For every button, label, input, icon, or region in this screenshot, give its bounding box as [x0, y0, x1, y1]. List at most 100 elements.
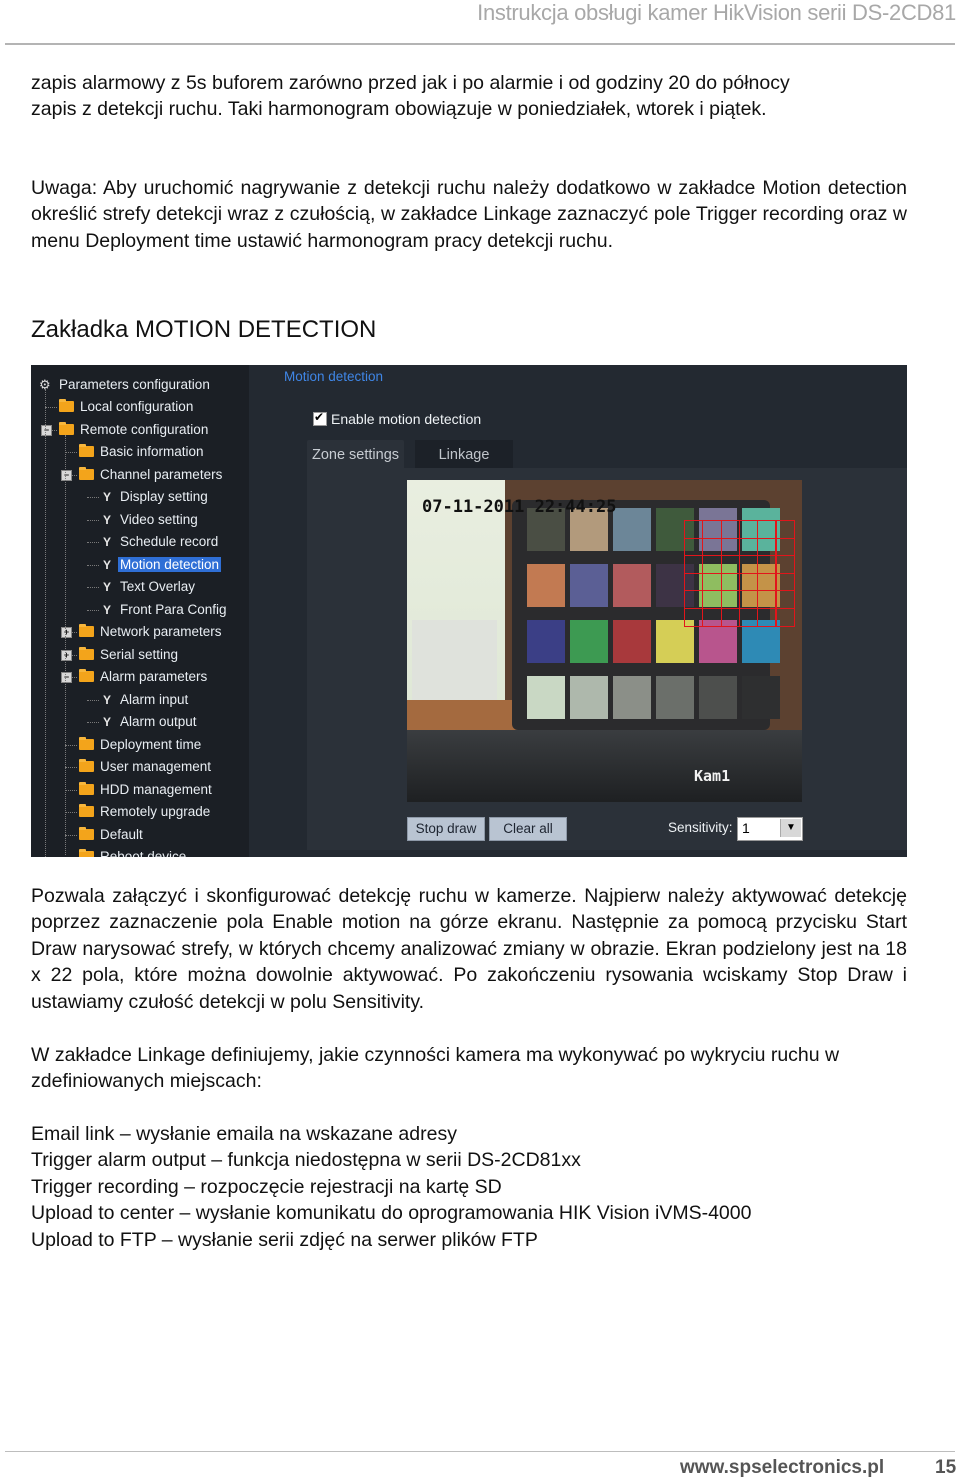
tree-guide — [45, 389, 46, 857]
motion-zone-cell[interactable] — [684, 572, 704, 592]
wrench-icon: Y — [102, 535, 111, 549]
tree-item[interactable]: Local configuration — [59, 397, 195, 417]
tree-item[interactable]: Y Schedule record — [101, 532, 220, 552]
collapse-icon[interactable]: − — [61, 672, 72, 683]
motion-zone-cell[interactable] — [702, 590, 722, 609]
motion-zone-cell[interactable] — [757, 608, 777, 627]
expand-icon[interactable]: + — [61, 627, 72, 638]
folder-icon — [79, 669, 94, 682]
clear-all-button[interactable]: Clear all — [489, 817, 567, 841]
motion-zone-cell[interactable] — [757, 590, 777, 609]
tree-item[interactable]: Y Video setting — [101, 510, 200, 530]
tab-linkage[interactable]: Linkage — [415, 440, 513, 468]
footer-divider — [5, 1451, 955, 1452]
motion-zone-cell[interactable] — [738, 555, 759, 574]
tree-item[interactable]: Y Alarm output — [101, 712, 199, 732]
footer-website[interactable]: www.spselectronics.pl — [680, 1457, 884, 1479]
intro-paragraph: zapis alarmowy z 5s buforem zarówno prze… — [31, 70, 907, 123]
tree-item[interactable]: Basic information — [79, 442, 206, 462]
tree-item-label: Alarm parameters — [100, 669, 208, 684]
motion-zone-cell[interactable] — [738, 608, 759, 627]
motion-zone-cell[interactable] — [775, 537, 795, 557]
tree-item[interactable]: Channel parameters — [79, 465, 224, 485]
motion-zone-cell[interactable] — [684, 555, 704, 574]
tree-root[interactable]: ⚙ Parameters configuration — [39, 375, 212, 395]
motion-zone-cell[interactable] — [775, 520, 795, 539]
tree-item[interactable]: Deployment time — [79, 735, 203, 755]
tree-item[interactable]: Network parameters — [79, 622, 224, 642]
tree-item[interactable]: HDD management — [79, 780, 214, 800]
motion-zone-cell[interactable] — [738, 537, 759, 557]
motion-zone-cell[interactable] — [702, 572, 722, 592]
sensitivity-select[interactable]: 1 ▼ — [737, 817, 803, 841]
motion-zone-cell[interactable] — [720, 608, 740, 627]
motion-zone-cell[interactable] — [684, 537, 704, 557]
motion-zone-cell[interactable] — [702, 555, 722, 574]
tree-connector — [87, 587, 99, 588]
dropdown-arrow-icon[interactable]: ▼ — [780, 819, 801, 837]
motion-zone-cell[interactable] — [757, 555, 777, 574]
folder-icon — [79, 849, 94, 857]
collapse-icon[interactable]: − — [41, 424, 52, 436]
motion-zone-cell[interactable] — [702, 608, 722, 627]
tree-connector — [87, 564, 99, 566]
motion-zone-cell[interactable] — [738, 590, 759, 609]
motion-zone-cell[interactable] — [775, 572, 795, 592]
tree-item[interactable]: Y Front Para Config — [101, 600, 229, 620]
motion-zone-cell[interactable] — [720, 572, 740, 592]
motion-zone-cell[interactable] — [702, 537, 722, 557]
folder-icon — [79, 736, 94, 750]
motion-zone-cell[interactable] — [738, 572, 759, 592]
camera-preview[interactable]: 07-11-2011 22:44:25 Kam1 — [407, 480, 802, 802]
tree-connector — [87, 609, 99, 611]
motion-zone-cell[interactable] — [720, 520, 740, 539]
section-heading: Zakładka MOTION DETECTION — [31, 316, 377, 343]
tree-item[interactable]: Alarm parameters — [79, 667, 209, 687]
camera-name-overlay: Kam1 — [694, 767, 731, 785]
tree-item[interactable]: Y Alarm input — [101, 690, 190, 710]
folder-icon — [79, 444, 94, 457]
intro-line: zapis alarmowy z 5s buforem zarówno prze… — [31, 72, 790, 94]
tree-item[interactable]: Remotely upgrade — [79, 802, 212, 822]
tree-item[interactable]: Y Motion detection — [101, 555, 222, 575]
motion-zone-cell[interactable] — [720, 555, 740, 574]
collapse-icon[interactable]: − — [61, 469, 72, 481]
tree-item[interactable]: Reboot device — [79, 847, 188, 857]
motion-zone-cell[interactable] — [684, 520, 704, 539]
expand-icon[interactable]: + — [61, 649, 72, 661]
color-patch — [527, 564, 565, 607]
color-patch — [570, 620, 608, 663]
tree-item[interactable]: User management — [79, 757, 213, 777]
motion-detection-panel: Motion detection Enable motion detection… — [249, 365, 907, 857]
tab-zone-settings[interactable]: Zone settings — [307, 440, 404, 468]
tree-connector — [65, 812, 77, 813]
checkbox-checked-icon[interactable] — [313, 410, 327, 426]
motion-zone-cell[interactable] — [757, 537, 777, 557]
tree-item[interactable]: Default — [79, 825, 145, 845]
motion-zone-cell[interactable] — [720, 590, 740, 609]
motion-zone-cell[interactable] — [702, 520, 722, 539]
motion-zone-cell[interactable] — [757, 572, 777, 592]
tree-item[interactable]: Y Display setting — [101, 487, 210, 507]
motion-zone-cell[interactable] — [684, 608, 704, 627]
color-patch — [527, 676, 565, 719]
motion-zone-cell[interactable] — [775, 608, 795, 627]
motion-zone-cell[interactable] — [720, 537, 740, 557]
color-patch — [570, 676, 608, 719]
motion-zone-cell[interactable] — [775, 590, 795, 609]
motion-zone-cell[interactable] — [775, 555, 795, 574]
parameters-config-icon: ⚙ — [39, 377, 51, 392]
stop-draw-button[interactable]: Stop draw — [407, 817, 485, 841]
tree-item-label: Remotely upgrade — [100, 804, 211, 819]
motion-zone-cell[interactable] — [684, 590, 704, 609]
description-paragraph-1: Pozwala załączyć i skonfigurować detekcj… — [31, 885, 907, 1013]
motion-zone-cell[interactable] — [757, 520, 777, 539]
enable-motion-detection-checkbox[interactable]: Enable motion detection — [313, 410, 481, 427]
tree-item[interactable]: Serial setting — [79, 645, 180, 665]
sensitivity-label: Sensitivity: — [668, 820, 733, 835]
motion-zone-cell[interactable] — [738, 520, 759, 539]
folder-icon — [79, 466, 94, 480]
tree-item[interactable]: Remote configuration — [59, 420, 210, 440]
wrench-icon: Y — [102, 490, 111, 504]
tree-item[interactable]: Y Text Overlay — [101, 577, 197, 597]
